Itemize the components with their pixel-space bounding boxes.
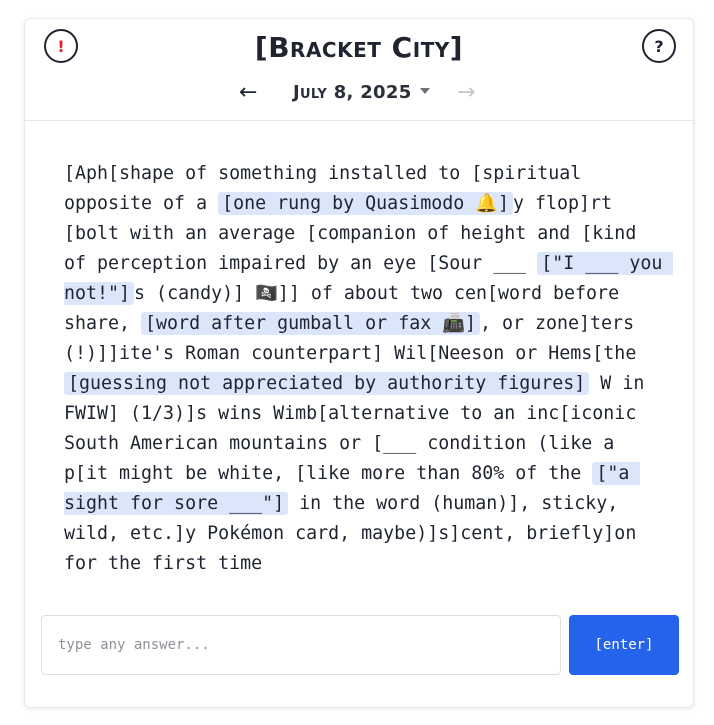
date-navigation: ← July 8, 2025 → [25, 79, 693, 109]
puzzle-text: [Aph[shape of something installed to [sp… [64, 159, 674, 579]
chevron-down-icon [419, 88, 430, 94]
help-icon-button[interactable]: ? [642, 29, 676, 63]
previous-day-arrow-icon[interactable]: ← [239, 79, 257, 107]
answer-row: [enter] [41, 615, 679, 675]
clue-highlight[interactable]: [one rung by Quasimodo 🔔] [218, 192, 514, 215]
clue-highlight[interactable]: [word after gumball or fax 📠] [141, 312, 480, 335]
puzzle-card: ! [Bracket City] ? ← July 8, 2025 → [Aph… [24, 18, 694, 708]
answer-input[interactable] [41, 615, 561, 675]
date-selector[interactable]: July 8, 2025 [293, 82, 430, 103]
date-label: July 8, 2025 [293, 82, 412, 103]
page-title: [Bracket City] [254, 31, 464, 64]
header: ! [Bracket City] ? ← July 8, 2025 → [25, 19, 693, 121]
clue-highlight[interactable]: [guessing not appreciated by authority f… [64, 372, 590, 395]
enter-button[interactable]: [enter] [569, 615, 679, 675]
next-day-arrow-icon[interactable]: → [457, 79, 475, 107]
help-icon: ? [654, 36, 664, 56]
